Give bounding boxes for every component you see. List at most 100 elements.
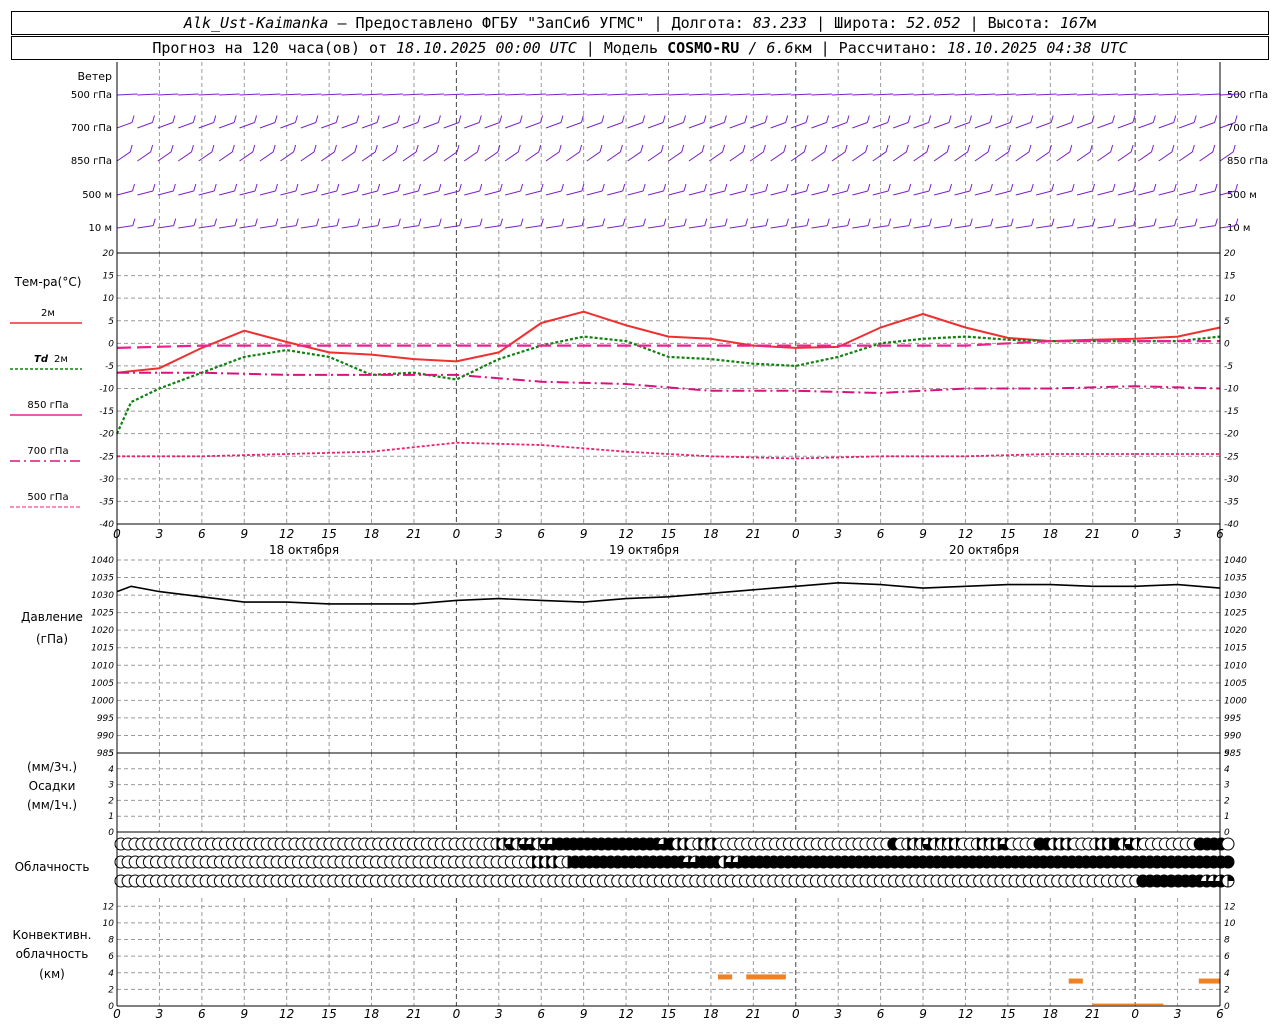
wind-barb-flag bbox=[1132, 115, 1136, 123]
wind-barb bbox=[464, 190, 480, 196]
xtick-temp: 0 bbox=[453, 527, 461, 541]
precip-ytick: 0 bbox=[108, 828, 114, 838]
wind-barb bbox=[954, 225, 971, 229]
temp-ytick: -20 bbox=[1224, 430, 1239, 440]
wind-barb bbox=[995, 93, 1016, 96]
wind-barb bbox=[729, 190, 746, 196]
wind-barb bbox=[627, 93, 649, 96]
pressure-ytick: 1015 bbox=[1224, 644, 1247, 654]
wind-barb-flag bbox=[152, 183, 156, 192]
wind-barb-flag bbox=[905, 144, 909, 153]
wind-barb bbox=[607, 93, 628, 96]
temperature-label: Тем-ра(°С) bbox=[14, 275, 82, 289]
wind-barb bbox=[1138, 190, 1154, 196]
wind-barb-flag bbox=[456, 144, 460, 153]
wind-barb-flag bbox=[377, 183, 381, 192]
conv-ytick: 0 bbox=[1224, 1002, 1230, 1012]
wind-barb-flag bbox=[1214, 183, 1218, 192]
wind-barb-flag bbox=[681, 144, 685, 153]
wind-barb-flag bbox=[969, 183, 973, 192]
wind-barb bbox=[157, 190, 174, 196]
wind-barb bbox=[1035, 122, 1052, 129]
wind-barb bbox=[116, 225, 133, 229]
temp-ytick: 15 bbox=[1224, 272, 1236, 282]
xtick-bottom: 3 bbox=[495, 1007, 503, 1021]
wind-label: Ветер bbox=[78, 70, 112, 83]
xtick-temp: 0 bbox=[113, 527, 121, 541]
wind-barb-flag bbox=[1111, 115, 1115, 123]
xtick-bottom: 9 bbox=[580, 1007, 588, 1021]
conv-bar bbox=[717, 974, 733, 980]
wind-barb-flag bbox=[132, 218, 136, 226]
wind-barb bbox=[954, 190, 971, 196]
pressure-ytick: 1030 bbox=[1224, 591, 1247, 601]
wind-barb-flag bbox=[479, 183, 483, 192]
legend-t500-label: 500 гПа bbox=[27, 492, 68, 503]
wind-barb bbox=[586, 93, 608, 96]
xtick-temp: 3 bbox=[834, 527, 842, 541]
wind-barb bbox=[341, 190, 358, 196]
wind-barb bbox=[423, 151, 437, 162]
wind-barb-flag bbox=[1132, 183, 1136, 192]
wind-barb bbox=[995, 225, 1012, 229]
wind-barb bbox=[566, 93, 587, 96]
wind-barb-flag bbox=[967, 144, 971, 153]
wind-barb bbox=[1097, 190, 1114, 196]
wind-barb bbox=[219, 225, 236, 229]
wind-barb bbox=[1056, 225, 1073, 229]
wind-barb bbox=[974, 225, 991, 229]
wind-barb-flag bbox=[1051, 218, 1055, 226]
wind-barb-flag bbox=[1009, 115, 1013, 123]
wind-barb bbox=[178, 190, 194, 196]
wind-barb-flag bbox=[520, 218, 524, 226]
temp-ytick: -40 bbox=[99, 520, 114, 530]
wind-barb-flag bbox=[765, 218, 769, 226]
wind-barb-flag bbox=[847, 218, 851, 226]
wind-barb bbox=[607, 190, 623, 196]
wind-barb bbox=[362, 225, 379, 229]
legend-td-label: Td bbox=[34, 354, 49, 365]
wind-barb bbox=[280, 190, 297, 196]
pressure-line bbox=[116, 581, 1221, 605]
wind-barb-flag bbox=[1071, 183, 1075, 192]
pressure-unit: (гПа) bbox=[36, 632, 68, 646]
wind-barb-flag bbox=[599, 144, 603, 153]
wind-barb-flag bbox=[275, 183, 278, 192]
temp-ytick: -35 bbox=[1224, 497, 1239, 507]
pressure-ytick: 1010 bbox=[1224, 661, 1247, 671]
wind-barb bbox=[280, 225, 297, 229]
wind-barb-flag bbox=[231, 144, 235, 153]
wind-barb bbox=[341, 225, 358, 229]
wind-barb bbox=[709, 225, 726, 229]
wind-barb-flag bbox=[928, 115, 932, 123]
xtick-bottom: 9 bbox=[919, 1007, 927, 1021]
wind-barb bbox=[852, 190, 868, 196]
wind-barb bbox=[1178, 122, 1195, 129]
wind-barb-flag bbox=[1051, 183, 1055, 192]
wind-barb bbox=[116, 190, 133, 196]
xtick-bottom: 15 bbox=[321, 1007, 336, 1021]
temp-ytick: 20 bbox=[1224, 249, 1236, 259]
wind-barb-flag bbox=[1110, 144, 1114, 153]
wind-barb-flag bbox=[844, 144, 848, 153]
wind-level-700hpa: 700 гПа bbox=[71, 123, 112, 134]
wind-barb-flag bbox=[1010, 183, 1014, 192]
precip-ytick: 3 bbox=[108, 781, 114, 791]
wind-barb-flag bbox=[949, 218, 953, 226]
xtick-temp: 3 bbox=[1174, 527, 1182, 541]
conv-ytick: 8 bbox=[108, 936, 114, 946]
wind-barb-flag bbox=[476, 144, 480, 153]
pressure-ytick: 1040 bbox=[91, 556, 114, 566]
wind-barb bbox=[1117, 190, 1134, 196]
wind-barb bbox=[709, 93, 730, 96]
precip-unit-1h: (мм/1ч.) bbox=[27, 798, 77, 812]
wind-barb bbox=[504, 190, 521, 196]
wind-barb bbox=[464, 122, 480, 129]
wind-barb-flag bbox=[602, 218, 606, 226]
wind-barb-flag bbox=[315, 115, 319, 123]
wind-barb bbox=[1117, 225, 1134, 229]
wind-barb-flag bbox=[785, 115, 789, 123]
wind-barb bbox=[995, 190, 1011, 196]
wind-barb-flag bbox=[1194, 218, 1198, 226]
wind-barb-flag bbox=[949, 183, 953, 192]
